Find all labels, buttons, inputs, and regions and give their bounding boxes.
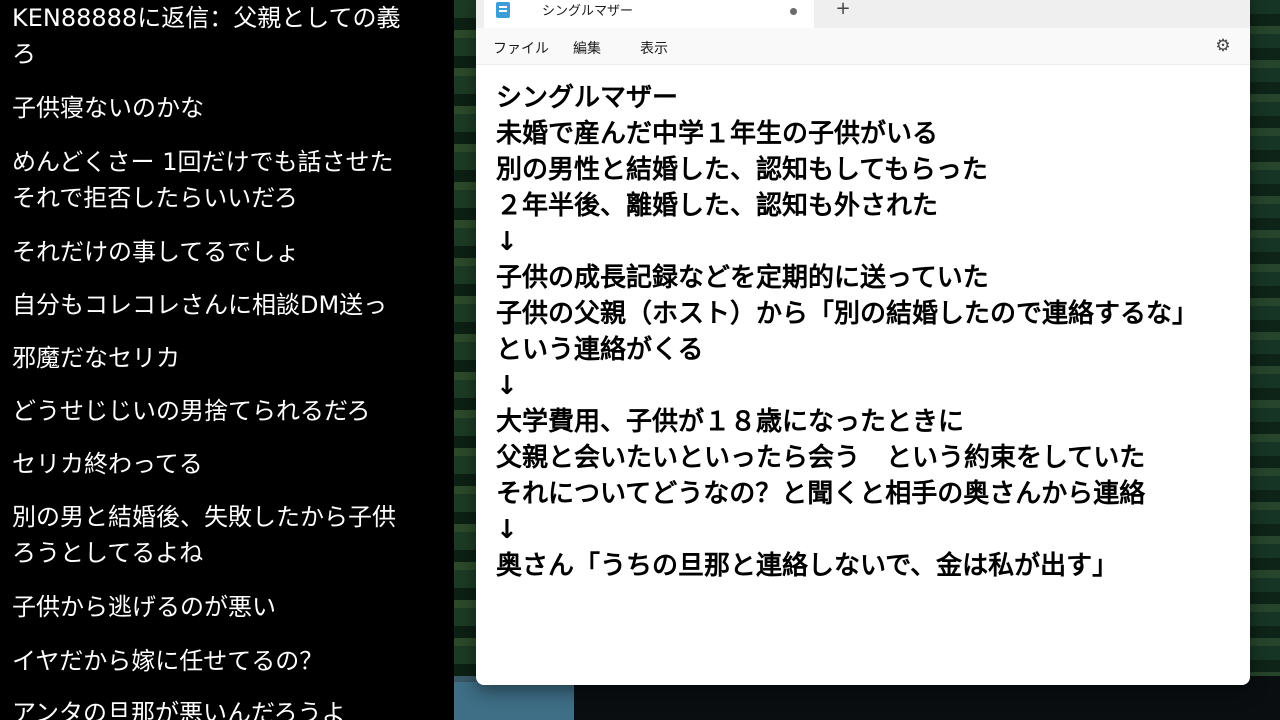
text-line: 奥さん「うちの旦那と連絡しないで、金は私が出す」: [496, 551, 1119, 581]
text-line: 子供の父親（ホスト）から「別の結婚したので連絡するな」: [496, 299, 1199, 329]
text-line: 未婚で産んだ中学１年生の子供がいる: [496, 119, 939, 149]
chat-message-line: 自分もコレコレさんに相談DM送っ: [12, 291, 388, 319]
chat-message: 子供から逃げるのが悪い: [12, 589, 454, 625]
menu-view[interactable]: 表示: [640, 38, 668, 58]
text-line: 大学費用、子供が１８歳になったときに: [496, 407, 965, 437]
chat-message-line: 別の男と結婚後、失敗したから子供: [12, 503, 396, 531]
foliage-right: [1250, 0, 1280, 720]
chat-message: 邪魔だなセリカ: [12, 340, 454, 376]
chat-message-line: それだけの事してるでしょ: [12, 238, 300, 266]
text-line: ↓: [496, 515, 518, 545]
foliage-left: [454, 0, 476, 720]
chat-message: イヤだから嫁に任せてるの？: [12, 643, 454, 679]
chat-overlay: KEN88888に返信：父親としての義 ろ 子供寝ないのかな めんどくさー 1回…: [0, 0, 454, 720]
chat-message: セリカ終わってる: [12, 446, 454, 482]
document-tab[interactable]: シングルマザー: [484, 0, 814, 28]
chat-message: 自分もコレコレさんに相談DM送っ: [12, 287, 454, 323]
chat-message-line: 子供から逃げるのが悪い: [12, 593, 276, 621]
chat-message: めんどくさー 1回だけでも話させた それで拒否したらいいだろ: [12, 144, 454, 216]
text-line: ↓: [496, 227, 518, 257]
chat-message-line: ろ: [12, 40, 36, 68]
chat-message-line: KEN88888に返信：父親としての義: [12, 4, 401, 32]
text-line: シングルマザー: [496, 83, 679, 113]
chat-message: どうせじじいの男捨てられるだろ: [12, 393, 454, 429]
chat-message-line: 子供寝ないのかな: [12, 94, 204, 122]
water-tile: [454, 682, 574, 720]
tab-title: シングルマザー: [542, 4, 634, 19]
text-line: ↓: [496, 371, 518, 401]
notepad-window: シングルマザー + ファイル 編集 表示 ⚙ シングルマザー 未婚で産んだ中学１…: [476, 0, 1250, 685]
notepad-icon: [496, 2, 510, 18]
text-line: 父親と会いたいといったら会う という約束をしていた: [496, 443, 1146, 473]
chat-message: KEN88888に返信：父親としての義 ろ: [12, 0, 454, 72]
chat-message-line: どうせじじいの男捨てられるだろ: [12, 397, 371, 425]
chat-message-line: イヤだから嫁に任せてるの？: [12, 647, 324, 675]
gear-icon[interactable]: ⚙: [1214, 37, 1232, 55]
text-line: という連絡がくる: [496, 335, 704, 365]
chat-message-line: めんどくさー 1回だけでも話させた: [12, 148, 394, 176]
text-line: ２年半後、離婚した、認知も外された: [496, 191, 939, 221]
chat-message: アンタの旦那が悪いんだろうよ: [12, 695, 454, 720]
chat-message-line: ろうとしてるよね: [12, 539, 204, 567]
new-tab-button[interactable]: +: [832, 0, 854, 20]
chat-message: 子供寝ないのかな: [12, 90, 454, 126]
title-bar: シングルマザー +: [476, 0, 1250, 28]
text-line: それについてどうなの？と聞くと相手の奥さんから連絡: [496, 479, 1146, 509]
chat-message: 別の男と結婚後、失敗したから子供 ろうとしてるよね: [12, 499, 454, 571]
text-line: 子供の成長記録などを定期的に送っていた: [496, 263, 989, 293]
chat-message: それだけの事してるでしょ: [12, 234, 454, 270]
menu-bar: ファイル 編集 表示 ⚙: [476, 28, 1250, 65]
chat-message-line: アンタの旦那が悪いんだろうよ: [12, 699, 346, 720]
text-line: 別の男性と結婚した、認知もしてもらった: [496, 155, 988, 185]
menu-file[interactable]: ファイル: [493, 38, 549, 58]
text-editor[interactable]: シングルマザー 未婚で産んだ中学１年生の子供がいる 別の男性と結婚した、認知もし…: [496, 80, 1236, 670]
unsaved-indicator-icon[interactable]: [790, 8, 797, 15]
chat-message-line: それで拒否したらいいだろ: [12, 184, 298, 212]
chat-message-line: 邪魔だなセリカ: [12, 344, 180, 372]
menu-edit[interactable]: 編集: [573, 38, 601, 58]
chat-message-line: セリカ終わってる: [12, 450, 203, 478]
